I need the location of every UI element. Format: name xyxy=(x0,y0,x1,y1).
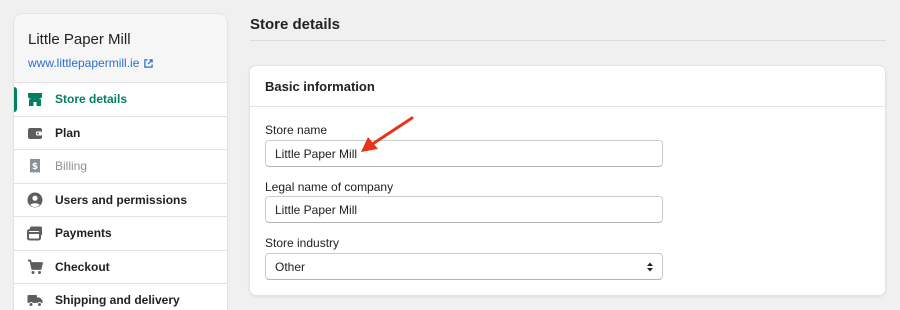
sidebar-item-label: Billing xyxy=(55,159,88,174)
sidebar-item-label: Plan xyxy=(55,125,81,140)
store-industry-value: Other xyxy=(275,259,306,274)
basic-information-card: Basic information Store name Little Pape… xyxy=(250,66,885,295)
store-name-value: Little Paper Mill xyxy=(275,146,358,161)
sidebar-item-label: Payments xyxy=(55,226,112,241)
credit-card-icon xyxy=(27,226,42,241)
store-url-link[interactable]: www.littlepapermill.ie xyxy=(28,55,213,71)
sidebar-item-label: Users and permissions xyxy=(55,192,188,207)
select-arrows-icon xyxy=(647,262,653,271)
cart-icon xyxy=(28,259,43,274)
annotation-arrow-icon xyxy=(361,116,414,152)
sidebar-item-billing[interactable]: $ Billing xyxy=(14,150,227,184)
receipt-icon: $ xyxy=(30,159,40,174)
store-name: Little Paper Mill xyxy=(28,31,131,48)
sidebar-item-plan[interactable]: Plan xyxy=(14,117,227,150)
truck-icon xyxy=(27,295,43,308)
sidebar-item-label: Shipping and delivery xyxy=(55,293,180,308)
svg-text:$: $ xyxy=(32,162,38,172)
store-icon xyxy=(28,93,42,107)
sidebar-item-users-and-permissions[interactable]: Users and permissions xyxy=(14,184,227,217)
wallet-icon xyxy=(28,127,42,139)
user-circle-icon xyxy=(27,192,43,208)
store-name-input[interactable]: Little Paper Mill xyxy=(265,140,663,167)
external-link-icon xyxy=(144,58,154,68)
sidebar-item-payments[interactable]: Payments xyxy=(14,217,227,251)
sidebar-item-shipping-and-delivery[interactable]: Shipping and delivery xyxy=(14,284,227,310)
card-title: Basic information xyxy=(250,66,885,107)
legal-name-value: Little Paper Mill xyxy=(275,202,358,217)
sidebar-item-store-details[interactable]: Store details xyxy=(14,83,227,117)
legal-name-input[interactable]: Little Paper Mill xyxy=(265,196,663,223)
settings-app: Little Paper Mill www.littlepapermill.ie… xyxy=(0,0,900,310)
sidebar-item-label: Checkout xyxy=(55,259,110,274)
store-header: Little Paper Mill www.littlepapermill.ie xyxy=(14,14,227,83)
store-name-label: Store name xyxy=(265,123,328,137)
page-title: Store details xyxy=(250,16,341,33)
settings-sidebar: Little Paper Mill www.littlepapermill.ie… xyxy=(14,14,227,310)
legal-name-label: Legal name of company xyxy=(265,180,394,194)
title-divider xyxy=(250,40,886,41)
store-industry-label: Store industry xyxy=(265,236,340,250)
sidebar-item-checkout[interactable]: Checkout xyxy=(14,251,227,284)
sidebar-item-label: Store details xyxy=(55,92,128,107)
store-industry-select[interactable]: Other xyxy=(265,253,663,280)
store-url-text[interactable]: www.littlepapermill.ie xyxy=(28,55,139,71)
